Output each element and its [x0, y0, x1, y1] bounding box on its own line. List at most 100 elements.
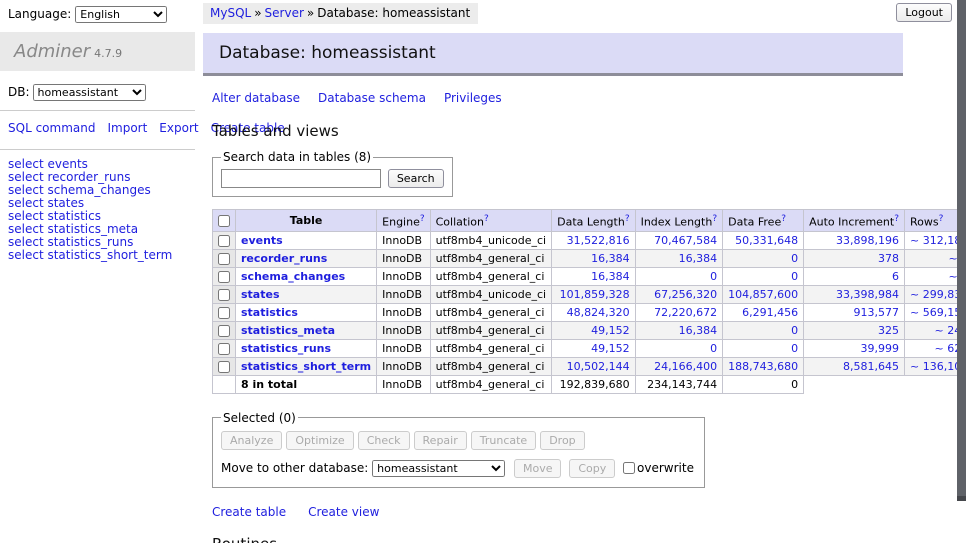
- check-button[interactable]: Check: [358, 431, 410, 450]
- column-help-link[interactable]: ?: [484, 214, 489, 224]
- copy-button[interactable]: Copy: [569, 459, 615, 478]
- table-name-link[interactable]: statistics: [241, 306, 298, 319]
- scrollbar-thumb[interactable]: [957, 0, 966, 501]
- auto-increment-link[interactable]: 378: [878, 252, 899, 265]
- data-free-cell: 104,857,600: [723, 285, 804, 303]
- data-free-link[interactable]: 50,331,648: [735, 234, 798, 247]
- data-free-link[interactable]: 6,291,456: [742, 306, 798, 319]
- auto-increment-link[interactable]: 6: [892, 270, 899, 283]
- column-help-link[interactable]: ?: [939, 214, 944, 224]
- data-length-link[interactable]: 31,522,816: [567, 234, 630, 247]
- breadcrumb-item[interactable]: MySQL: [210, 6, 251, 20]
- data-free-link[interactable]: 0: [791, 324, 798, 337]
- move-database-select[interactable]: homeassistant: [372, 460, 505, 477]
- table-name-link[interactable]: statistics_meta: [241, 324, 335, 337]
- index-length-link[interactable]: 16,384: [679, 324, 718, 337]
- data-length-link[interactable]: 49,152: [591, 324, 630, 337]
- sidebar-table-link[interactable]: select statistics: [8, 210, 187, 223]
- data-length-link[interactable]: 16,384: [591, 270, 630, 283]
- index-length-link[interactable]: 0: [710, 270, 717, 283]
- table-name-link[interactable]: events: [241, 234, 283, 247]
- move-button[interactable]: Move: [514, 459, 562, 478]
- row-checkbox[interactable]: [218, 271, 230, 283]
- create-link[interactable]: Create view: [308, 505, 379, 519]
- language-select[interactable]: English: [75, 6, 167, 23]
- data-length-link[interactable]: 101,859,328: [560, 288, 630, 301]
- row-checkbox[interactable]: [218, 343, 230, 355]
- index-length-link[interactable]: 24,166,400: [654, 360, 717, 373]
- sidebar-table-link[interactable]: select statistics_runs: [8, 236, 187, 249]
- row-checkbox[interactable]: [218, 361, 230, 373]
- data-length-link[interactable]: 49,152: [591, 342, 630, 355]
- data-free-link[interactable]: 0: [791, 252, 798, 265]
- column-help-link[interactable]: ?: [420, 214, 425, 224]
- search-input[interactable]: [221, 169, 381, 188]
- auto-increment-link[interactable]: 325: [878, 324, 899, 337]
- auto-increment-link[interactable]: 8,581,645: [843, 360, 899, 373]
- index-length-cell: 24,166,400: [635, 357, 723, 375]
- table-name-cell: statistics_short_term: [236, 357, 377, 375]
- auto-increment-cell: 6: [804, 267, 905, 285]
- column-help-link[interactable]: ?: [781, 214, 786, 224]
- table-name-link[interactable]: statistics_short_term: [241, 360, 371, 373]
- auto-increment-link[interactable]: 33,398,984: [836, 288, 899, 301]
- sidebar-action-link[interactable]: Import: [107, 121, 147, 135]
- create-link[interactable]: Create table: [212, 505, 286, 519]
- selected-action-buttons: AnalyzeOptimize CheckRepairTruncateDrop: [221, 431, 694, 450]
- overwrite-checkbox[interactable]: [623, 462, 635, 474]
- logout-button[interactable]: Logout: [896, 3, 952, 22]
- db-select[interactable]: homeassistant: [33, 84, 146, 101]
- search-button[interactable]: Search: [388, 169, 444, 188]
- analyze-button[interactable]: Analyze: [221, 431, 282, 450]
- sidebar-table-link[interactable]: select recorder_runs: [8, 171, 187, 184]
- data-length-link[interactable]: 48,824,320: [567, 306, 630, 319]
- index-length-link[interactable]: 70,467,584: [654, 234, 717, 247]
- truncate-button[interactable]: Truncate: [471, 431, 536, 450]
- database-nav-link[interactable]: Privileges: [444, 91, 502, 105]
- data-free-link[interactable]: 0: [791, 270, 798, 283]
- database-nav-link[interactable]: Alter database: [212, 91, 300, 105]
- auto-increment-link[interactable]: 913,577: [854, 306, 900, 319]
- sidebar-table-link[interactable]: select statistics_meta: [8, 223, 187, 236]
- auto-increment-link[interactable]: 39,999: [861, 342, 900, 355]
- optimize-button[interactable]: Optimize: [286, 431, 353, 450]
- column-help-link[interactable]: ?: [625, 214, 630, 224]
- table-name-link[interactable]: schema_changes: [241, 270, 345, 283]
- sidebar-table-link[interactable]: select states: [8, 197, 187, 210]
- table-name-link[interactable]: states: [241, 288, 280, 301]
- row-checkbox[interactable]: [218, 289, 230, 301]
- row-checkbox[interactable]: [218, 235, 230, 247]
- breadcrumb-item[interactable]: Server: [265, 6, 304, 20]
- index-length-link[interactable]: 72,220,672: [654, 306, 717, 319]
- row-checkbox[interactable]: [218, 307, 230, 319]
- column-label: Data Free: [728, 216, 781, 229]
- sidebar-table-link[interactable]: select events: [8, 158, 187, 171]
- drop-button[interactable]: Drop: [540, 431, 584, 450]
- data-free-link[interactable]: 104,857,600: [728, 288, 798, 301]
- data-length-link[interactable]: 16,384: [591, 252, 630, 265]
- data-length-link[interactable]: 10,502,144: [567, 360, 630, 373]
- data-free-link[interactable]: 0: [791, 342, 798, 355]
- select-all-checkbox[interactable]: [218, 215, 230, 227]
- database-nav-link[interactable]: Database schema: [318, 91, 426, 105]
- sidebar-table-link[interactable]: select statistics_short_term: [8, 249, 187, 262]
- row-checkbox[interactable]: [218, 253, 230, 265]
- auto-increment-link[interactable]: 33,898,196: [836, 234, 899, 247]
- app-name[interactable]: Adminer: [14, 41, 90, 62]
- row-checkbox[interactable]: [218, 325, 230, 337]
- index-length-link[interactable]: 16,384: [679, 252, 718, 265]
- column-help-link[interactable]: ?: [894, 214, 899, 224]
- data-free-link[interactable]: 188,743,680: [728, 360, 798, 373]
- table-name-link[interactable]: recorder_runs: [241, 252, 327, 265]
- vertical-scrollbar[interactable]: [957, 0, 966, 543]
- repair-button[interactable]: Repair: [414, 431, 467, 450]
- sidebar-action-link[interactable]: SQL command: [8, 121, 95, 135]
- column-help-link[interactable]: ?: [712, 214, 717, 224]
- table-name-link[interactable]: statistics_runs: [241, 342, 331, 355]
- auto-increment-cell: 39,999: [804, 339, 905, 357]
- sidebar-table-link[interactable]: select schema_changes: [8, 184, 187, 197]
- db-selector-row: DB:homeassistant: [0, 71, 195, 110]
- index-length-link[interactable]: 67,256,320: [654, 288, 717, 301]
- sidebar-action-link[interactable]: Export: [159, 121, 198, 135]
- index-length-link[interactable]: 0: [710, 342, 717, 355]
